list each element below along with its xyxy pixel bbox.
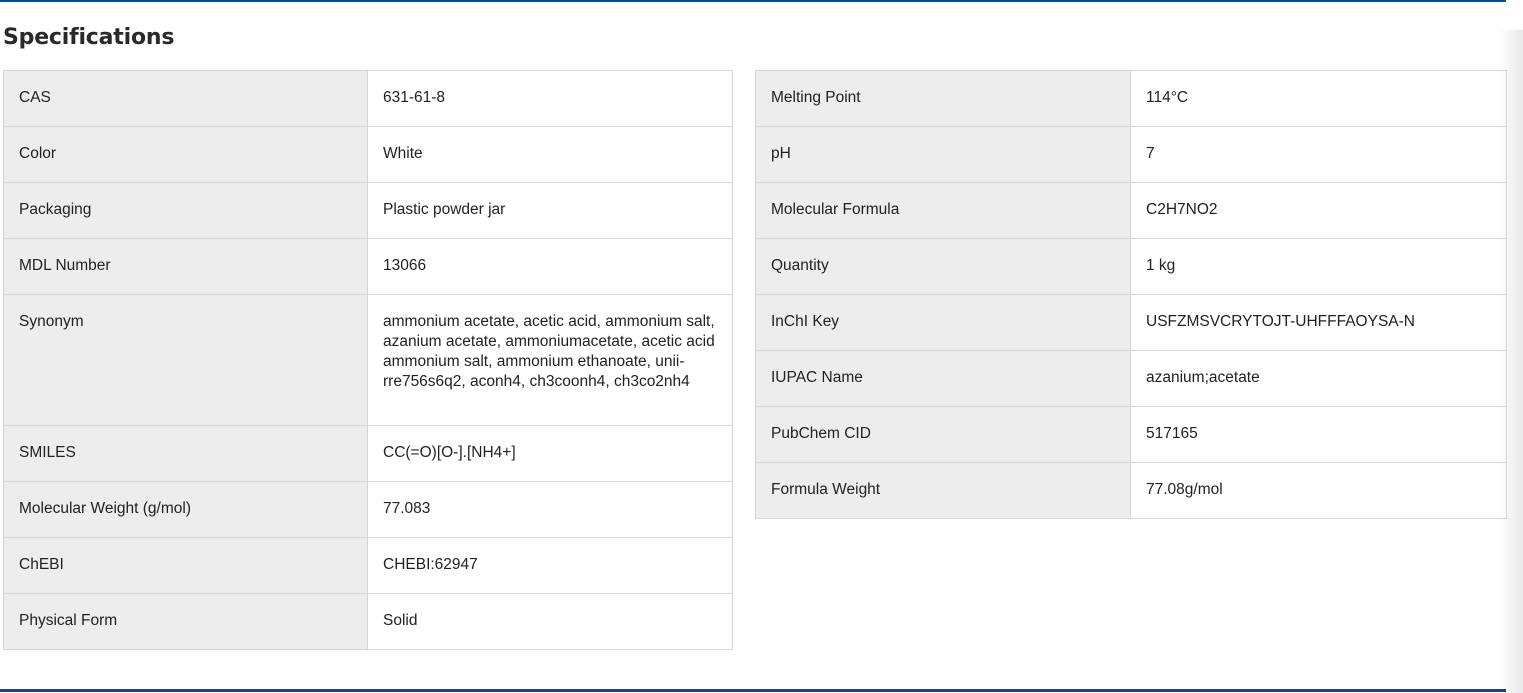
spec-label: InChI Key — [755, 294, 1131, 351]
spec-label: pH — [755, 126, 1131, 183]
spec-value: 1 kg — [1130, 238, 1507, 295]
spec-row-iupac-name: IUPAC Name azanium;acetate — [755, 350, 1507, 407]
spec-row-color: Color White — [3, 126, 733, 183]
spec-row-formula-weight: Formula Weight 77.08g/mol — [755, 462, 1507, 519]
spec-value: 517165 — [1130, 406, 1507, 463]
spec-row-molecular-weight: Molecular Weight (g/mol) 77.083 — [3, 481, 733, 538]
spec-row-pubchem-cid: PubChem CID 517165 — [755, 406, 1507, 463]
spec-label: Packaging — [3, 182, 368, 239]
spec-value: 631-61-8 — [367, 70, 733, 127]
spec-label: CAS — [3, 70, 368, 127]
spec-value: White — [367, 126, 733, 183]
spec-value: 114°C — [1130, 70, 1507, 127]
spec-value: 77.083 — [367, 481, 733, 538]
spec-row-mdl-number: MDL Number 13066 — [3, 238, 733, 295]
spec-label: Melting Point — [755, 70, 1131, 127]
spec-value: USFZMSVCRYTOJT-UHFFFAOYSA-N — [1130, 294, 1507, 351]
specifications-table-right: Melting Point 114°C pH 7 Molecular Formu… — [755, 70, 1507, 519]
specifications-page: Specifications CAS 631-61-8 Color White … — [0, 0, 1523, 693]
spec-row-molecular-formula: Molecular Formula C2H7NO2 — [755, 182, 1507, 239]
spec-label: Formula Weight — [755, 462, 1131, 519]
spec-label: Synonym — [3, 294, 368, 426]
spec-row-inchi-key: InChI Key USFZMSVCRYTOJT-UHFFFAOYSA-N — [755, 294, 1507, 351]
spec-label: Physical Form — [3, 593, 368, 650]
spec-value: CC(=O)[O-].[NH4+] — [367, 425, 733, 482]
spec-row-melting-point: Melting Point 114°C — [755, 70, 1507, 127]
spec-value: 7 — [1130, 126, 1507, 183]
spec-row-quantity: Quantity 1 kg — [755, 238, 1507, 295]
spec-label: IUPAC Name — [755, 350, 1131, 407]
top-divider — [0, 0, 1506, 2]
section-title: Specifications — [3, 25, 175, 50]
spec-label: MDL Number — [3, 238, 368, 295]
spec-label: SMILES — [3, 425, 368, 482]
spec-label: Molecular Weight (g/mol) — [3, 481, 368, 538]
spec-label: ChEBI — [3, 537, 368, 594]
spec-row-cas: CAS 631-61-8 — [3, 70, 733, 127]
specifications-table-left: CAS 631-61-8 Color White Packaging Plast… — [3, 70, 733, 650]
spec-label: Quantity — [755, 238, 1131, 295]
spec-label: Color — [3, 126, 368, 183]
spec-value: 77.08g/mol — [1130, 462, 1507, 519]
spec-value: azanium;acetate — [1130, 350, 1507, 407]
spec-value: CHEBI:62947 — [367, 537, 733, 594]
spec-value: Solid — [367, 593, 733, 650]
spec-label: Molecular Formula — [755, 182, 1131, 239]
spec-value: 13066 — [367, 238, 733, 295]
spec-value: ammonium acetate, acetic acid, ammonium … — [367, 294, 733, 426]
spec-row-synonym: Synonym ammonium acetate, acetic acid, a… — [3, 294, 733, 426]
spec-row-physical-form: Physical Form Solid — [3, 593, 733, 650]
spec-row-smiles: SMILES CC(=O)[O-].[NH4+] — [3, 425, 733, 482]
scroll-edge-shadow — [1497, 30, 1523, 693]
spec-value: C2H7NO2 — [1130, 182, 1507, 239]
spec-value: Plastic powder jar — [367, 182, 733, 239]
spec-row-packaging: Packaging Plastic powder jar — [3, 182, 733, 239]
spec-row-ph: pH 7 — [755, 126, 1507, 183]
bottom-divider — [0, 689, 1506, 692]
spec-label: PubChem CID — [755, 406, 1131, 463]
spec-row-chebi: ChEBI CHEBI:62947 — [3, 537, 733, 594]
